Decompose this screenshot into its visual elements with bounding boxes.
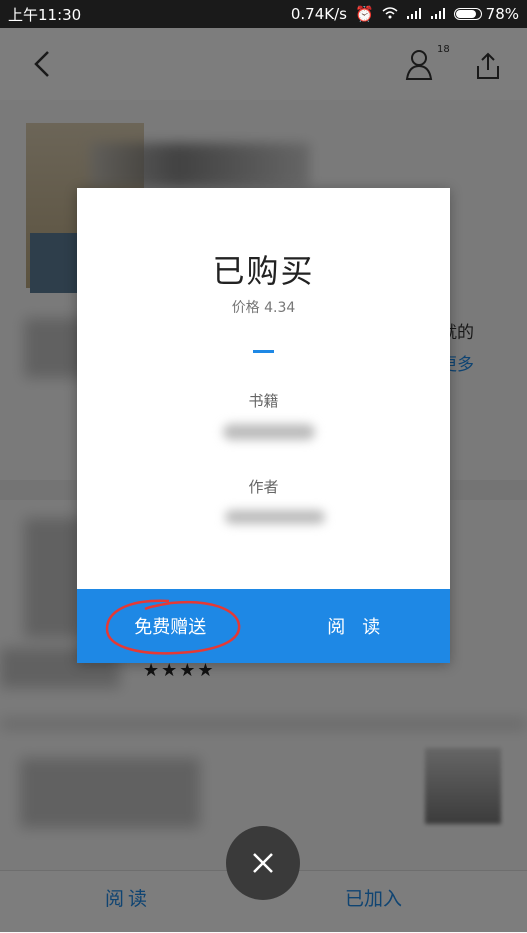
- signal-icon: [406, 5, 422, 23]
- alarm-icon: ⏰: [354, 5, 374, 23]
- net-speed: 0.74K/s: [290, 5, 347, 23]
- gift-free-button[interactable]: 免费赠送: [77, 589, 264, 663]
- battery-level: 78%: [485, 5, 519, 23]
- dialog-actions: 免费赠送 阅 读: [77, 589, 450, 663]
- status-time: 上午11:30: [8, 5, 82, 24]
- wifi-icon: [382, 5, 398, 23]
- status-bar: 上午11:30 0.74K/s ⏰ 78%: [0, 0, 527, 28]
- status-right: 0.74K/s ⏰ 78%: [291, 5, 519, 23]
- close-dialog-button[interactable]: [226, 826, 300, 900]
- close-icon: [253, 853, 273, 873]
- dialog-title: 已购买: [212, 252, 315, 290]
- book-name-blurred: [223, 424, 315, 440]
- author-label: 作者: [248, 478, 279, 496]
- battery-icon: 78%: [453, 5, 519, 23]
- dialog-price: 价格 4.34: [231, 300, 296, 316]
- signal-icon-2: [430, 5, 446, 23]
- author-name-blurred: [225, 510, 325, 524]
- accent-divider: [253, 350, 274, 353]
- purchase-dialog: 已购买 价格 4.34 书籍 作者 免费赠送 阅 读: [77, 188, 450, 663]
- book-label: 书籍: [248, 392, 279, 410]
- read-button[interactable]: 阅 读: [264, 589, 451, 663]
